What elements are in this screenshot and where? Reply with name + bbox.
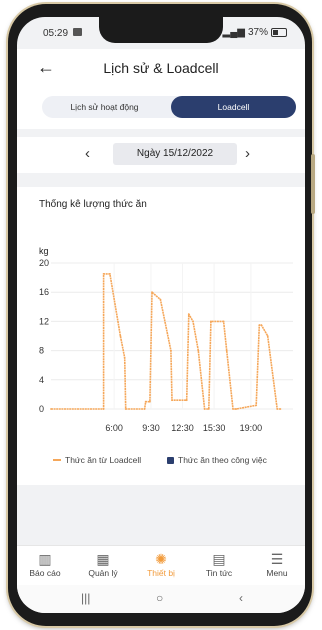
data-point: [119, 335, 122, 337]
nav-manage-label: Quản lý: [88, 568, 118, 578]
nav-devices-label: Thiết bị: [147, 568, 175, 578]
recents-icon[interactable]: |||: [81, 591, 90, 605]
x-tick-label: 15:30: [203, 423, 226, 433]
app-screen: 05:29 . ▂▄▆ 37% ← Lịch sử & Loadcell Lịc…: [17, 17, 305, 613]
status-bar: 05:29 . ▂▄▆ 37%: [17, 17, 305, 45]
battery-percent: 37%: [247, 27, 268, 38]
legend-box-swatch: [167, 456, 174, 464]
tab-loadcell[interactable]: Loadcell: [171, 96, 296, 118]
y-tick-label: 8: [39, 346, 44, 356]
x-tick-label: 9:30: [142, 423, 160, 433]
data-point: [143, 408, 146, 410]
data-point: [102, 408, 105, 410]
y-axis-label: kg: [39, 246, 49, 256]
tab-activity-history[interactable]: Lịch sử hoạt động: [42, 96, 167, 118]
side-button: [311, 154, 315, 214]
data-point: [266, 335, 269, 337]
data-point: [207, 408, 210, 410]
data-point: [222, 320, 225, 323]
home-icon[interactable]: ○: [156, 591, 163, 605]
data-point: [203, 408, 206, 410]
legend-work-label: Thức ăn theo công việc: [178, 455, 267, 465]
nav-reports[interactable]: ▥ Báo cáo: [17, 550, 73, 578]
data-point: [210, 320, 212, 323]
data-point: [123, 357, 126, 359]
data-point: [225, 349, 228, 352]
legend-loadcell[interactable]: Thức ăn từ Loadcell: [53, 455, 141, 465]
data-point: [260, 324, 263, 326]
data-point: [109, 273, 111, 275]
status-time: 05:29: [43, 28, 69, 39]
nav-menu-label: Menu: [266, 568, 288, 578]
data-point: [151, 291, 153, 294]
chart-card: kg 0 4 8 12 16 20 6:00 9:30 12:30 15:30 19:00 Thống…: [17, 187, 305, 485]
back-icon[interactable]: ‹: [239, 591, 243, 605]
tab-section: Lịch sử hoạt động Loadcell: [17, 87, 305, 129]
news-icon: ▤: [212, 551, 226, 567]
battery-icon: [271, 28, 287, 37]
nav-news[interactable]: ▤ Tin tức: [191, 550, 247, 578]
date-display[interactable]: Ngày 15/12/2022: [113, 143, 237, 165]
y-tick-label: 0: [39, 404, 44, 414]
status-right: ▂▄▆ 37%: [223, 27, 287, 38]
y-tick-label: 20: [39, 258, 49, 268]
x-tick-label: 19:00: [240, 423, 263, 433]
chevron-left-icon[interactable]: ‹: [85, 145, 90, 163]
bar-chart-icon: ▥: [38, 551, 52, 567]
data-point: [232, 408, 234, 410]
legend-work[interactable]: Thức ăn theo công việc: [167, 455, 267, 465]
chevron-right-icon[interactable]: ›: [245, 145, 250, 163]
grid-icon: ▦: [96, 551, 110, 567]
data-point: [50, 408, 52, 410]
y-tick-label: 4: [39, 375, 44, 385]
nav-reports-label: Báo cáo: [29, 568, 61, 578]
data-point: [255, 404, 258, 407]
y-tick-label: 16: [39, 287, 49, 297]
notification-icon: .: [73, 28, 82, 36]
series-line-0: [51, 273, 281, 410]
data-point: [171, 399, 173, 402]
x-tick-label: 12:30: [171, 423, 194, 433]
data-point: [170, 349, 172, 352]
chart-title: Thống kê lượng thức ăn: [39, 199, 147, 210]
nav-menu[interactable]: ☰ Menu: [249, 550, 305, 578]
app-header: ← Lịch sử & Loadcell: [17, 49, 305, 87]
signal-icon: ▂▄▆: [222, 27, 245, 38]
data-point: [235, 408, 238, 410]
device-icon: ✺: [155, 551, 167, 567]
x-tick-label: 6:00: [105, 423, 123, 433]
menu-icon: ☰: [270, 551, 284, 567]
nav-news-label: Tin tức: [205, 568, 233, 578]
data-point: [192, 320, 194, 323]
bottom-nav: ▥ Báo cáo ▦ Quản lý ✺ Thiết bị ▤ Tin tức…: [17, 545, 305, 586]
data-point: [276, 408, 279, 410]
data-point: [187, 313, 190, 315]
legend-loadcell-label: Thức ăn từ Loadcell: [65, 455, 142, 465]
data-point: [149, 400, 151, 403]
data-point: [159, 298, 162, 301]
y-tick-label: 12: [39, 316, 49, 326]
nav-devices[interactable]: ✺ Thiết bị: [133, 550, 189, 578]
data-point: [279, 408, 282, 410]
data-point: [144, 400, 147, 403]
legend-line-swatch: [53, 459, 61, 461]
nav-manage[interactable]: ▦ Quản lý: [75, 550, 131, 578]
loadcell-chart: kg 0 4 8 12 16 20 6:00 9:30 12:30 15:30 19:00: [39, 246, 293, 433]
page-title: Lịch sử & Loadcell: [103, 60, 219, 76]
data-point: [185, 399, 188, 402]
data-point: [258, 324, 261, 326]
data-point: [197, 349, 200, 352]
system-nav-bar: ||| ○ ‹: [17, 585, 305, 613]
date-selector: ‹ Ngày 15/12/2022 ›: [17, 137, 305, 173]
data-point: [124, 408, 127, 410]
data-point: [102, 273, 105, 275]
segmented-tabs: Lịch sử hoạt động Loadcell: [42, 96, 296, 118]
